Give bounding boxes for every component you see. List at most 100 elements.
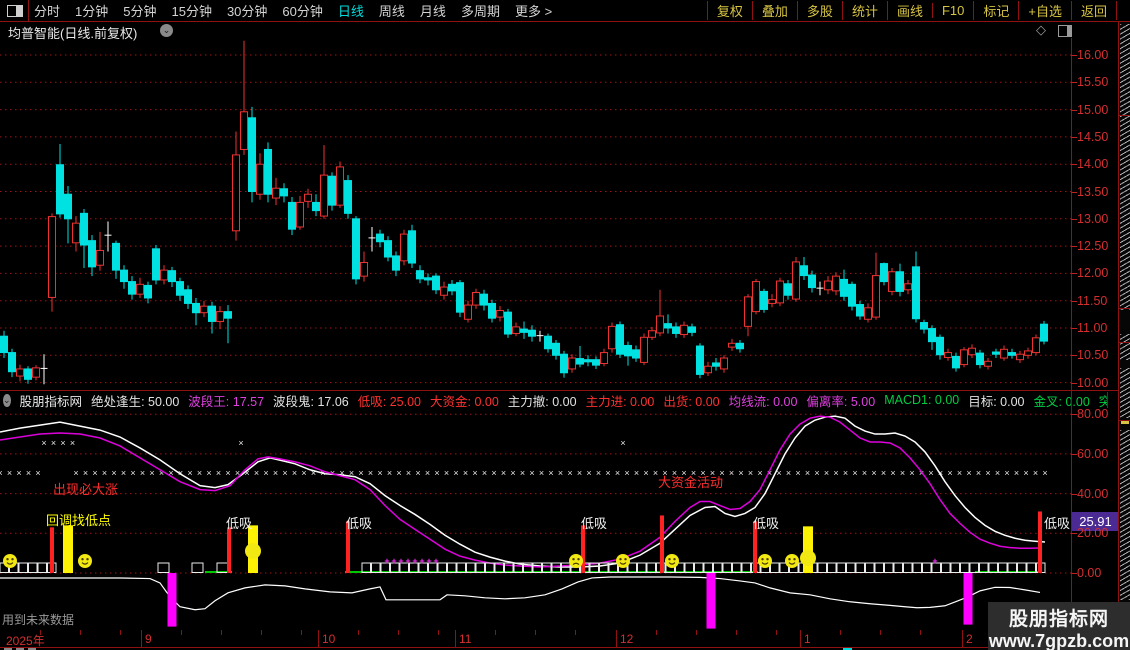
indicator-value-均线流: 均线流: 0.00 — [728, 394, 798, 409]
svg-text:×: × — [881, 468, 886, 478]
svg-text:×: × — [387, 468, 392, 478]
smiley-face-icon — [665, 554, 679, 568]
svg-text:×: × — [73, 468, 78, 478]
svg-text:×: × — [510, 468, 515, 478]
period-tab-更多 >[interactable]: 更多 > — [515, 1, 552, 20]
week-tick — [535, 630, 536, 635]
layout-toggle-button[interactable] — [0, 0, 29, 21]
chart-right-border — [1071, 38, 1072, 630]
indicator-value-金叉: 金叉: 0.00 — [1033, 394, 1090, 409]
svg-text:×: × — [7, 468, 12, 478]
yellow-blob — [800, 550, 816, 566]
period-tab-日线[interactable]: 日线 — [338, 1, 364, 20]
svg-text:×: × — [425, 468, 430, 478]
hatch-pattern — [1120, 24, 1130, 310]
panel-layout-icon[interactable] — [1058, 25, 1072, 37]
svg-text:×: × — [1004, 468, 1009, 478]
period-tab-周线[interactable]: 周线 — [379, 1, 405, 20]
svg-text:×: × — [216, 468, 221, 478]
svg-text:×: × — [520, 468, 525, 478]
price-axis-tick — [1071, 355, 1077, 357]
toolbar-button-叠加[interactable]: 叠加 — [751, 1, 797, 20]
svg-text:×: × — [890, 468, 895, 478]
svg-text:×: × — [482, 468, 487, 478]
svg-text:×: × — [0, 468, 3, 478]
indicator-axis-label: 60.00 — [1077, 446, 1109, 461]
month-separator — [616, 630, 617, 647]
indicator-axis-label: 0.00 — [1077, 566, 1102, 580]
period-tab-分时[interactable]: 分时 — [34, 1, 60, 20]
indicator-value-大资金: 大资金: 0.00 — [430, 394, 499, 409]
week-tick — [120, 630, 121, 635]
collapse-indicator-icon[interactable]: ⌄ — [3, 393, 11, 407]
month-separator — [141, 630, 142, 647]
toolbar-button-返回[interactable]: 返回 — [1070, 1, 1117, 20]
price-axis-label: 14.00 — [1077, 157, 1109, 172]
price-axis-label: 10.50 — [1077, 348, 1109, 363]
toolbar-button-F10[interactable]: F10 — [931, 3, 973, 18]
period-tab-30分钟[interactable]: 30分钟 — [227, 1, 267, 20]
week-tick — [301, 630, 302, 635]
svg-text:×: × — [577, 468, 582, 478]
svg-text:×: × — [41, 438, 46, 448]
svg-text:×: × — [282, 468, 287, 478]
indicator-header[interactable]: ⌄ 股朋指标网 绝处逢生: 50.00 波段王: 17.57 波段鬼: 17.06 低… — [0, 392, 1108, 408]
svg-text:+: + — [412, 556, 417, 566]
indicator-value-出货: 出货: 0.00 — [663, 394, 720, 409]
toolbar-button-统计[interactable]: 统计 — [841, 1, 887, 20]
toolbar-button-标记[interactable]: 标记 — [973, 1, 1018, 20]
indicator-value-波段鬼: 波段鬼: 17.06 — [273, 394, 349, 409]
indicator-axis-label: 40.00 — [1077, 486, 1109, 501]
indicator-axis-tick — [1071, 493, 1077, 495]
week-tick — [840, 630, 841, 635]
price-axis-label: 13.00 — [1077, 211, 1109, 226]
white-line — [0, 415, 1046, 568]
period-tab-15分钟[interactable]: 15分钟 — [171, 1, 211, 20]
indicator-axis-tick — [1071, 453, 1077, 455]
svg-text:×: × — [130, 468, 135, 478]
period-tab-多周期[interactable]: 多周期 — [461, 1, 500, 20]
svg-text:×: × — [51, 438, 56, 448]
chevron-down-icon[interactable]: ⌄ — [160, 24, 173, 37]
svg-text:×: × — [377, 468, 382, 478]
period-tab-1分钟[interactable]: 1分钟 — [75, 1, 108, 20]
sad-face-icon — [569, 554, 583, 568]
top-toolbar: 分时 1分钟 5分钟 15分钟 30分钟 60分钟 日线 周线 月线 多周期 更多 > 复权 叠加 多股… — [0, 0, 1130, 22]
month-separator — [455, 630, 456, 647]
svg-text:×: × — [301, 468, 306, 478]
svg-text:×: × — [225, 468, 230, 478]
month-separator — [318, 630, 319, 647]
period-tab-月线[interactable]: 月线 — [420, 1, 446, 20]
svg-text:×: × — [757, 468, 762, 478]
price-axis-tick — [1071, 246, 1077, 248]
period-tab-5分钟[interactable]: 5分钟 — [123, 1, 156, 20]
toolbar-button-+自选[interactable]: +自选 — [1018, 1, 1071, 20]
svg-text:×: × — [501, 468, 506, 478]
indicator-axis-tick — [1071, 414, 1077, 416]
date-axis[interactable]: 2025年 9 10 11 12 1 2 — [0, 630, 1130, 648]
red-signal-bar — [227, 527, 231, 573]
svg-text:×: × — [102, 468, 107, 478]
indicator-value-目标: 目标: 0.00 — [968, 394, 1025, 409]
split-panel-icon — [7, 5, 23, 17]
yellow-blob — [245, 543, 261, 559]
period-tab-60分钟[interactable]: 60分钟 — [282, 1, 322, 20]
toolbar-button-多股[interactable]: 多股 — [796, 1, 842, 20]
svg-text:×: × — [985, 468, 990, 478]
toolbar-button-复权[interactable]: 复权 — [706, 1, 752, 20]
annotation-低吸: 低吸 — [1044, 516, 1070, 531]
smiley-face-icon — [785, 554, 799, 568]
title-bar: 均普智能(日线.前复权) ⌄ ◇ — [0, 22, 1130, 41]
indicator-panel-chart[interactable]: × × × × × × × × × × × × × × × × × × × × × × × × × × × × × × × × × × × × × × × ×… — [0, 408, 1071, 630]
indicator-value-偏离率: 偏离率: 5.00 — [806, 394, 876, 409]
diamond-icon[interactable]: ◇ — [1036, 22, 1046, 38]
toolbar-button-画线[interactable]: 画线 — [886, 1, 932, 20]
svg-text:×: × — [824, 468, 829, 478]
annotation-出现必大涨: 出现必大涨 — [53, 482, 118, 497]
svg-text:×: × — [900, 468, 905, 478]
price-axis-label: 16.00 — [1077, 48, 1109, 62]
svg-text:×: × — [434, 468, 439, 478]
main-candlestick-chart[interactable] — [0, 38, 1071, 390]
period-tabs: 分时 1分钟 5分钟 15分钟 30分钟 60分钟 日线 周线 月线 多周期 更多 > — [34, 0, 552, 21]
svg-text:×: × — [957, 468, 962, 478]
